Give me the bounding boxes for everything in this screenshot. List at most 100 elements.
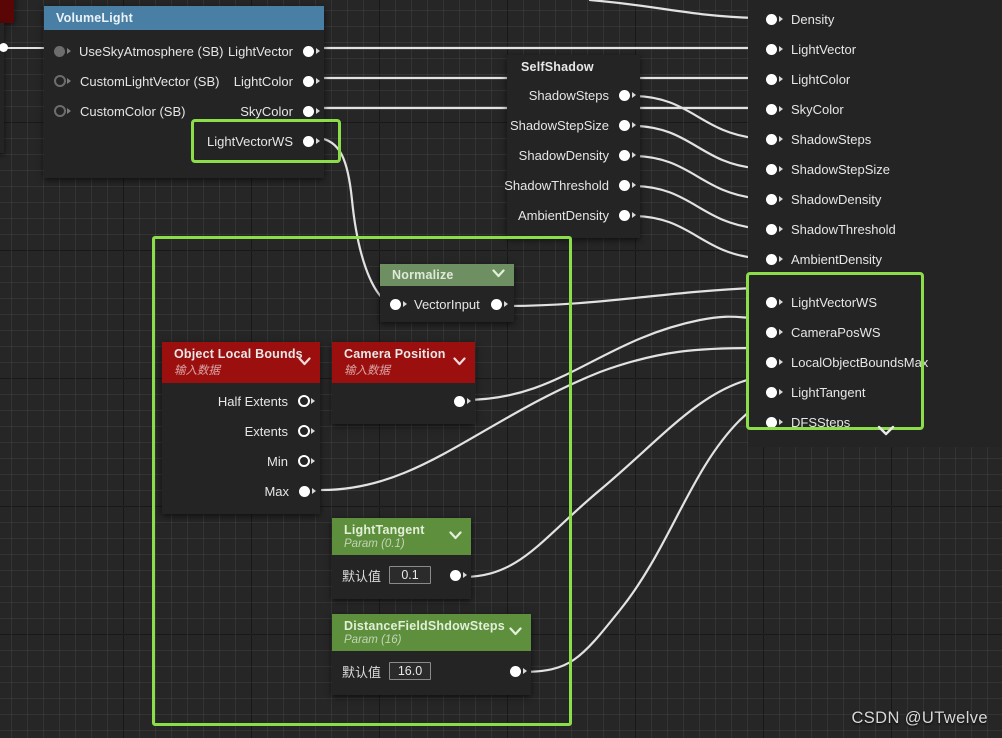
pin-row-lightvectorws-out[interactable]: LightVectorWS xyxy=(164,126,324,156)
input-pin-icon[interactable] xyxy=(766,103,777,115)
output-pin-icon[interactable] xyxy=(619,119,630,131)
node-light-tangent-header[interactable]: LightTangent Param (0.1) xyxy=(332,518,471,555)
pin-row-lightcolor-out[interactable]: LightColor xyxy=(164,66,324,96)
node-camera-position[interactable]: Camera Position 输入数据 xyxy=(332,342,475,424)
pin-row-lighttangent-in[interactable]: LightTangent xyxy=(748,377,1002,407)
output-pin-icon[interactable] xyxy=(454,395,465,407)
pin-row-ambientdensity-in[interactable]: AmbientDensity xyxy=(748,244,1002,274)
output-pin-icon[interactable] xyxy=(450,569,461,581)
input-pin-icon[interactable] xyxy=(54,75,66,87)
node-light-tangent[interactable]: LightTangent Param (0.1) 默认值 0.1 xyxy=(332,518,471,599)
pin-row-vectorinput[interactable]: VectorInput xyxy=(380,286,514,322)
node-self-shadow[interactable]: SelfShadow ShadowSteps ShadowStepSize Sh… xyxy=(504,55,640,238)
node-object-local-bounds-header[interactable]: Object Local Bounds 输入数据 xyxy=(162,342,320,383)
pin-row-shadowsteps[interactable]: ShadowSteps xyxy=(507,80,640,110)
pin-row-shadowthreshold[interactable]: ShadowThreshold xyxy=(504,170,640,200)
pin-row-shadowdensity[interactable]: ShadowDensity xyxy=(507,140,640,170)
input-pin-icon[interactable] xyxy=(766,133,777,145)
pin-label: Extents xyxy=(244,423,288,439)
output-pin-icon[interactable] xyxy=(298,395,310,407)
pin-row-lightcolor[interactable]: LightColor xyxy=(748,64,1002,94)
node-light-tangent-title: LightTangent xyxy=(344,523,425,537)
input-pin-icon[interactable] xyxy=(766,386,777,398)
node-self-shadow-header[interactable]: SelfShadow xyxy=(507,55,640,79)
node-volume-light[interactable]: VolumeLight UseSkyAtmosphere (SB) Custom… xyxy=(44,6,324,178)
pin-row-max[interactable]: Max xyxy=(162,476,320,506)
pin-row-lightvectorws-in[interactable]: LightVectorWS xyxy=(748,287,1002,317)
input-pin-icon[interactable] xyxy=(766,253,777,265)
pin-row-skycolor-out[interactable]: SkyColor xyxy=(164,96,324,126)
pin-row-shadowstepsize-in[interactable]: ShadowStepSize xyxy=(748,154,1002,184)
node-dfss-header[interactable]: DistanceFieldShdowSteps Param (16) xyxy=(332,614,531,651)
pin-row-half-extents[interactable]: Half Extents xyxy=(162,386,320,416)
input-pin-icon[interactable] xyxy=(766,356,777,368)
input-pin-icon[interactable] xyxy=(766,43,777,55)
default-value-row[interactable]: 默认值 16.0 xyxy=(332,655,531,687)
default-value-field[interactable]: 16.0 xyxy=(389,662,432,680)
output-pin-icon[interactable] xyxy=(491,298,502,310)
output-pin-icon[interactable] xyxy=(298,425,310,437)
input-pin-icon[interactable] xyxy=(766,73,777,85)
pin-row-shadowthreshold-in[interactable]: ShadowThreshold xyxy=(748,214,1002,244)
output-pin-icon[interactable] xyxy=(510,665,521,677)
pin-row-camera-position-out[interactable] xyxy=(332,386,475,416)
input-pin-icon[interactable] xyxy=(766,223,777,235)
output-pin-icon[interactable] xyxy=(303,75,314,87)
pin-row-lightvector-out[interactable]: LightVector xyxy=(164,36,324,66)
pin-row-shadowdensity-in[interactable]: ShadowDensity xyxy=(748,184,1002,214)
default-value-row[interactable]: 默认值 0.1 xyxy=(332,559,471,591)
chevron-down-icon[interactable] xyxy=(449,530,462,543)
pin-row-shadowsteps-in[interactable]: ShadowSteps xyxy=(748,124,1002,154)
output-pin-icon[interactable] xyxy=(619,89,630,101)
node-target-inputs[interactable]: Density LightVector LightColor SkyColor … xyxy=(748,0,1002,447)
default-value-label: 默认值 xyxy=(342,568,382,584)
pin-label: LightVectorWS xyxy=(207,133,293,149)
pin-row-density[interactable]: Density xyxy=(748,4,1002,34)
pin-row-shadowstepsize[interactable]: ShadowStepSize xyxy=(507,110,640,140)
input-pin-icon[interactable] xyxy=(766,13,777,25)
pin-label: ShadowDensity xyxy=(791,191,882,207)
input-pin-icon[interactable] xyxy=(766,326,777,338)
pin-row-ambientdensity[interactable]: AmbientDensity xyxy=(507,200,640,230)
pin-row-skycolor[interactable]: SkyColor xyxy=(748,94,1002,124)
chevron-down-icon[interactable] xyxy=(509,626,522,639)
watermark-text: CSDN @UTwelve xyxy=(851,709,988,727)
input-pin-icon[interactable] xyxy=(390,298,401,310)
chevron-down-icon[interactable] xyxy=(298,356,311,369)
selected-pin-group: LightVectorWS CameraPosWS LocalObjectBou… xyxy=(748,274,1002,447)
pin-row-localobjectboundsmax-in[interactable]: LocalObjectBoundsMax xyxy=(748,347,1002,377)
output-pin-icon[interactable] xyxy=(298,455,310,467)
node-camera-position-header[interactable]: Camera Position 输入数据 xyxy=(332,342,475,383)
pin-row-dfssteps-in[interactable]: DFSSteps xyxy=(748,407,1002,437)
output-pin-icon[interactable] xyxy=(299,485,310,497)
collapse-chevron-icon[interactable] xyxy=(877,424,895,443)
input-pin-icon[interactable] xyxy=(766,163,777,175)
output-pin-icon[interactable] xyxy=(619,149,630,161)
input-pin-icon[interactable] xyxy=(766,193,777,205)
default-value-field[interactable]: 0.1 xyxy=(389,566,432,584)
node-volume-light-header[interactable]: VolumeLight xyxy=(44,6,324,30)
pin-row-cameraposws-in[interactable]: CameraPosWS xyxy=(748,317,1002,347)
input-pin-icon[interactable] xyxy=(766,416,777,428)
chevron-down-icon[interactable] xyxy=(453,356,466,369)
node-normalize-header[interactable]: Normalize xyxy=(380,264,514,286)
node-distance-field-shadow-steps[interactable]: DistanceFieldShdowSteps Param (16) 默认值 1… xyxy=(332,614,531,695)
output-pin-icon[interactable] xyxy=(619,209,630,221)
input-pin-icon[interactable] xyxy=(54,45,65,57)
node-object-local-bounds[interactable]: Object Local Bounds 输入数据 Half Extents Ex… xyxy=(162,342,320,514)
pin-row-min[interactable]: Min xyxy=(162,446,320,476)
input-pin-icon[interactable] xyxy=(766,296,777,308)
node-graph-canvas[interactable]: VolumeLight UseSkyAtmosphere (SB) Custom… xyxy=(0,0,1002,738)
pin-label: ShadowStepSize xyxy=(509,117,609,133)
output-pin-icon[interactable] xyxy=(303,135,314,147)
pin-label: CameraPosWS xyxy=(791,324,881,340)
input-pin-icon[interactable] xyxy=(54,105,66,117)
chevron-down-icon[interactable] xyxy=(492,269,505,282)
output-pin-icon[interactable] xyxy=(619,179,630,191)
pin-label: ShadowDensity xyxy=(518,147,609,163)
node-normalize[interactable]: Normalize VectorInput xyxy=(380,264,514,322)
output-pin-icon[interactable] xyxy=(303,45,314,57)
pin-row-lightvector[interactable]: LightVector xyxy=(748,34,1002,64)
output-pin-icon[interactable] xyxy=(303,105,314,117)
pin-row-extents[interactable]: Extents xyxy=(162,416,320,446)
